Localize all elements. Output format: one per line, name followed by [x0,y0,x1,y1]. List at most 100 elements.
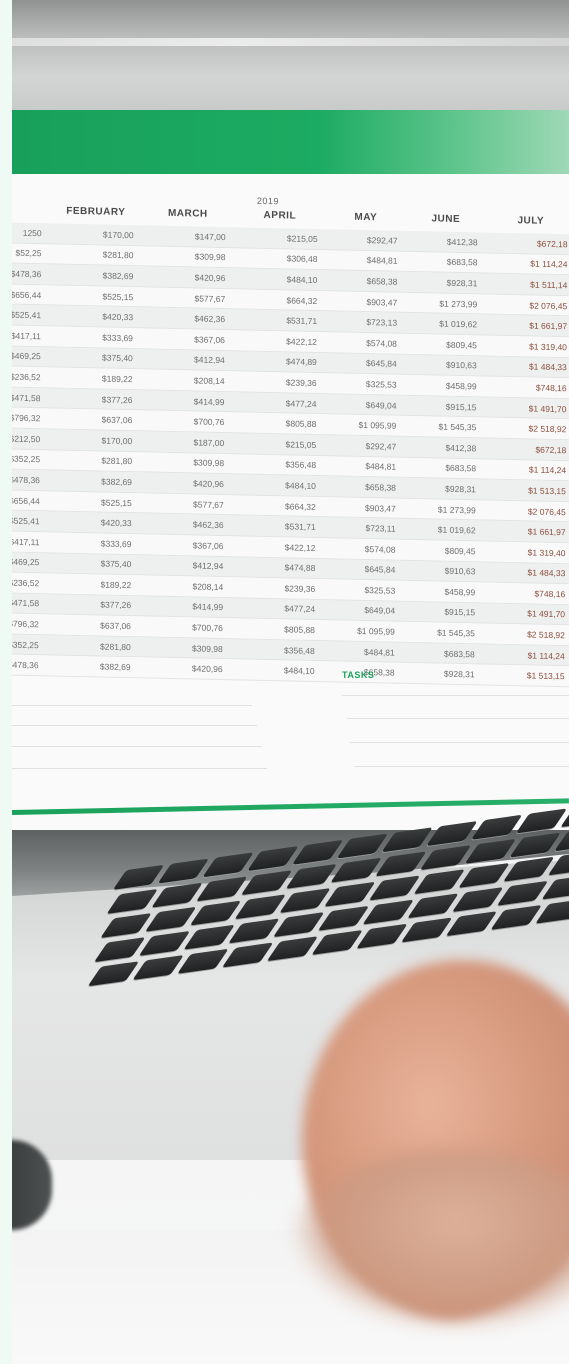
table-cell: $462,36 [194,313,226,325]
laptop-screen: 2019 FEBRUARY MARCH APRIL MAY JUNE JULY 1250 $… [12,110,569,830]
table-cell: $1 095,99 [358,420,397,431]
year-label: 2019 [256,195,279,207]
table-cell: $658,38 [365,481,396,493]
table-cell: $531,71 [286,315,318,327]
table-cell: $1 511,14 [530,279,568,291]
table-cell: $1 273,99 [437,504,476,515]
table-cell: $2 518,92 [528,423,567,435]
keyboard-key [464,838,517,864]
table-cell: $672,18 [535,444,567,455]
month-header: APRIL [263,209,297,222]
table-cell: $2 518,92 [527,629,565,641]
table-cell: $700,76 [193,416,225,428]
table-cell: $325,53 [365,378,397,390]
table-cell: $723,13 [366,317,398,328]
table-cell: $1 095,99 [357,625,395,637]
table-cell: $367,06 [194,334,225,345]
keyboard-key [279,887,331,914]
keyboard-key [535,898,569,924]
table-cell: $281,80 [101,455,133,467]
table-cell: $239,36 [284,583,316,594]
table-cell: $928,31 [445,483,476,495]
table-cell: $477,24 [285,397,317,409]
table-cell: $645,84 [366,358,397,370]
table-cell: $915,15 [445,401,477,412]
table-cell: $412,38 [446,236,478,248]
table-cell: $525,41 [12,515,40,527]
table-cell: $645,84 [364,564,396,575]
table-cell: $292,47 [366,234,398,246]
table-cell: $664,32 [285,500,316,512]
keyboard-key [547,850,569,876]
month-header: FEBRUARY [66,205,126,219]
table-cell: $1 661,97 [529,320,568,332]
keyboard-key [273,912,325,938]
keyboard-key [375,851,427,877]
table-cell: $525,15 [102,291,134,302]
keyboard-key [317,905,370,931]
keyboard-key [100,913,152,939]
table-cell: $412,94 [194,354,225,366]
table-cell: $187,00 [193,437,225,448]
table-cell: $375,40 [102,352,133,364]
table-cell: $352,25 [12,639,39,650]
keyboard-key [419,845,472,871]
table-cell: $352,25 [12,453,41,465]
keyboard-key [138,930,191,956]
table-cell: $1 545,35 [438,421,477,433]
table-cell: $478,36 [12,474,40,486]
keyboard-key [400,917,453,943]
table-cell: $422,12 [286,336,317,347]
table-cell: $469,25 [12,350,41,362]
table-cell: $484,10 [285,480,316,491]
table-cell: $215,05 [286,233,318,244]
table-cell: $796,32 [12,618,39,630]
keyboard-key [285,863,338,889]
table-cell: $309,98 [193,457,225,469]
table-cell: $672,18 [536,238,568,250]
table-cell: $910,63 [444,565,476,577]
table-cell: $292,47 [365,440,397,452]
table-cell: $458,99 [444,586,476,598]
keyboard-key [452,887,504,913]
task-divider [354,766,569,767]
table-cell: $333,69 [102,332,133,343]
tasks-heading: TASKS [342,670,375,680]
table-cell: $471,58 [12,598,40,609]
table-cell: $412,94 [192,560,224,572]
task-divider [342,695,569,696]
table-cell: $420,33 [102,311,134,323]
keyboard-key [221,942,274,968]
table-cell: $1 114,24 [528,464,567,476]
table-cell: $477,24 [284,603,316,615]
keyboard-key [266,936,319,962]
table-cell: $796,32 [12,412,41,424]
table-cell: $147,00 [194,231,226,242]
table-cell: $417,11 [12,330,41,342]
table-cell: $2 076,45 [529,300,568,311]
keyboard-key [132,954,184,981]
keyboard-key [458,862,510,889]
table-cell: $1 484,33 [528,361,567,373]
app-header-bar [12,110,569,174]
month-header: JUNE [431,213,461,226]
table-cell: $1 491,70 [528,403,567,414]
keyboard-key [240,870,293,896]
table-cell: $414,99 [192,601,224,613]
laptop-photo: 2019 FEBRUARY MARCH APRIL MAY JUNE JULY 1250 $… [12,0,569,1364]
table-cell: $236,52 [12,371,41,383]
keyboard-key [445,911,498,937]
table-cell: $649,04 [365,399,397,411]
table-cell: $420,96 [191,663,223,675]
keyboard-key [106,888,159,914]
keyboard-key [196,876,248,902]
table-cell: $417,11 [12,536,40,547]
month-header: MARCH [167,207,208,220]
task-divider [12,725,257,726]
table-cell: $637,06 [101,414,133,426]
keyboard-key [503,856,555,882]
table-cell: $683,58 [446,257,478,268]
task-divider [12,705,252,706]
table-cell: $484,10 [286,274,318,286]
keyboard-key [324,881,376,907]
